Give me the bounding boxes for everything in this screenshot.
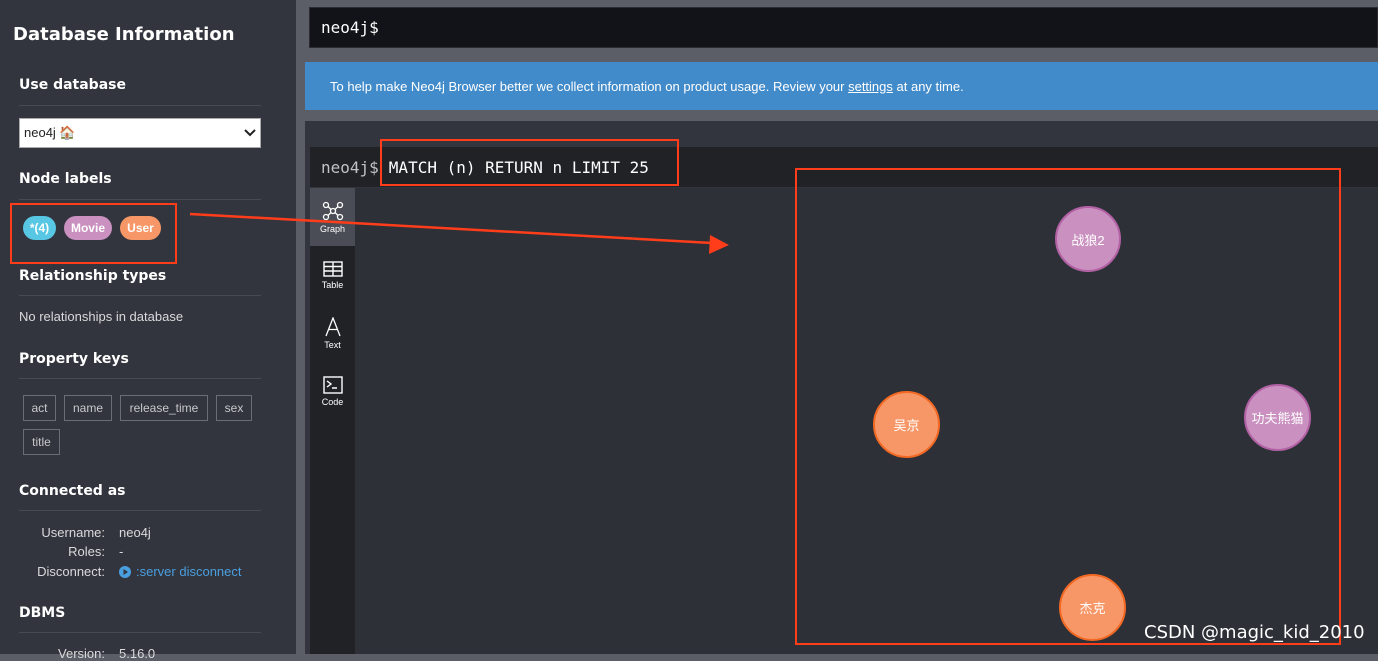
annotation-box-node-labels bbox=[10, 203, 177, 264]
table-icon bbox=[322, 260, 343, 277]
node-labels-heading: Node labels bbox=[19, 171, 112, 187]
property-key-release-time[interactable]: release_time bbox=[120, 395, 208, 421]
view-tab-text[interactable]: Text bbox=[310, 304, 355, 362]
property-key-title[interactable]: title bbox=[23, 429, 60, 455]
divider bbox=[19, 632, 261, 633]
divider bbox=[19, 105, 261, 106]
sidebar-title: Database Information bbox=[13, 24, 235, 45]
view-tab-text-label: Text bbox=[324, 339, 341, 350]
view-tab-table[interactable]: Table bbox=[310, 246, 355, 304]
view-tab-code[interactable]: Code bbox=[310, 362, 355, 420]
roles-label: Roles: bbox=[68, 544, 105, 559]
relationship-types-heading: Relationship types bbox=[19, 268, 167, 284]
query-editor[interactable]: neo4j$ bbox=[309, 7, 1378, 48]
no-relationships-text: No relationships in database bbox=[19, 309, 184, 324]
frame-prompt: neo4j$ bbox=[321, 157, 379, 177]
database-info-sidebar: Database Information Use database neo4j … bbox=[0, 0, 296, 661]
banner-text-after: at any time. bbox=[892, 78, 964, 94]
settings-link[interactable]: settings bbox=[848, 79, 893, 94]
graph-icon bbox=[322, 201, 343, 220]
text-icon bbox=[324, 316, 341, 336]
disconnect-label: Disconnect: bbox=[37, 564, 105, 579]
database-select[interactable]: neo4j 🏠 bbox=[19, 118, 261, 148]
view-tab-code-label: Code bbox=[321, 396, 344, 407]
connected-as-heading: Connected as bbox=[19, 483, 126, 499]
view-tab-graph-label: Graph bbox=[319, 223, 345, 234]
watermark: CSDN @magic_kid_2010 bbox=[1144, 622, 1365, 643]
editor-prompt: neo4j$ bbox=[321, 18, 379, 37]
property-key-sex[interactable]: sex bbox=[216, 395, 252, 421]
database-select-value: neo4j 🏠 bbox=[24, 125, 76, 140]
roles-value: - bbox=[119, 544, 124, 559]
chevron-down-icon bbox=[244, 126, 256, 140]
server-disconnect-text: :server disconnect bbox=[136, 564, 242, 579]
divider bbox=[19, 510, 261, 511]
username-value: neo4j bbox=[119, 525, 151, 540]
server-disconnect-link[interactable]: :server disconnect bbox=[119, 564, 242, 579]
property-keys-heading: Property keys bbox=[19, 351, 129, 367]
annotation-box-graph bbox=[795, 168, 1341, 645]
property-key-act[interactable]: act bbox=[23, 395, 56, 421]
property-key-name[interactable]: name bbox=[64, 395, 112, 421]
view-switcher: Graph Table Text Code bbox=[310, 188, 355, 654]
divider bbox=[19, 378, 261, 379]
view-tab-table-label: Table bbox=[321, 279, 344, 290]
play-icon bbox=[119, 565, 131, 578]
dbms-heading: DBMS bbox=[19, 605, 66, 621]
divider bbox=[19, 295, 261, 296]
usage-banner: To help make Neo4j Browser better we col… bbox=[305, 62, 1378, 110]
annotation-box-query bbox=[380, 139, 679, 186]
view-tab-graph[interactable]: Graph bbox=[310, 188, 355, 246]
code-icon bbox=[322, 375, 343, 394]
use-database-heading: Use database bbox=[19, 77, 126, 93]
divider bbox=[19, 199, 261, 200]
username-label: Username: bbox=[41, 525, 105, 540]
banner-text-before: To help make Neo4j Browser better we col… bbox=[330, 78, 849, 94]
